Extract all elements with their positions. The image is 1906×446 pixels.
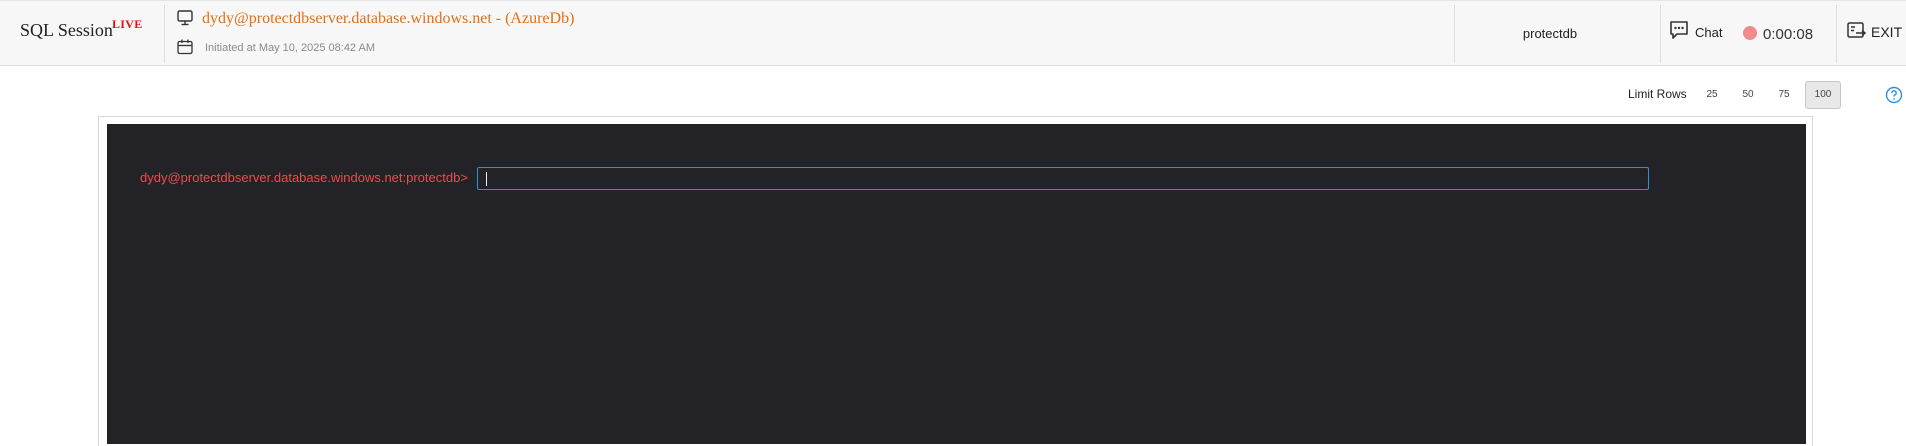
limit-rows-50[interactable]: 50 [1730, 81, 1766, 109]
exit-icon [1847, 22, 1867, 38]
chat-bubble-icon [1670, 21, 1688, 39]
connection-string: dydy@protectdbserver.database.windows.ne… [202, 10, 575, 27]
live-badge: LIVE [112, 17, 143, 31]
calendar-icon [177, 39, 193, 55]
header-divider [1660, 5, 1661, 63]
exit-label: EXIT [1871, 24, 1903, 40]
limit-rows-100[interactable]: 100 [1805, 81, 1841, 109]
database-name: protectdb [1522, 26, 1578, 41]
session-header: SQL Session LIVE dydy@protectdbserver.da… [0, 0, 1906, 66]
session-timer: 0:00:08 [1763, 26, 1814, 43]
header-divider [1836, 5, 1837, 63]
limit-rows-25[interactable]: 25 [1694, 81, 1730, 109]
initiated-timestamp: Initiated at May 10, 2025 08:42 AM [205, 42, 376, 54]
sql-command-input[interactable] [477, 167, 1649, 190]
limit-rows-label: Limit Rows [1628, 87, 1687, 101]
header-divider [164, 5, 165, 63]
terminal-prompt: dydy@protectdbserver.database.windows.ne… [140, 170, 468, 185]
chat-label: Chat [1695, 25, 1723, 40]
record-dot-icon [1743, 26, 1757, 40]
monitor-icon [177, 10, 193, 26]
limit-rows-75[interactable]: 75 [1766, 81, 1802, 109]
session-title: SQL Session [20, 20, 113, 40]
text-caret [486, 172, 487, 186]
help-icon[interactable] [1885, 86, 1903, 104]
